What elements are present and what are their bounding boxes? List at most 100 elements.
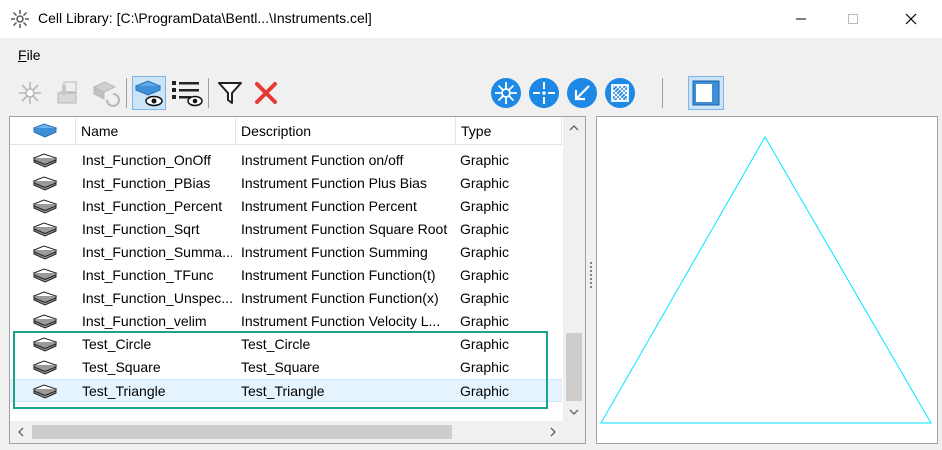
cell-type: Graphic — [460, 221, 510, 237]
cell-type: Graphic — [460, 383, 510, 399]
create-cell-icon — [19, 82, 41, 104]
scroll-left-arrow[interactable] — [12, 421, 30, 443]
table-row[interactable]: Inst_Function_Unspec... Instrument Funct… — [10, 287, 562, 310]
cell-description: Instrument Function Square Root — [241, 221, 448, 237]
pattern-mode-button[interactable] — [604, 76, 636, 110]
horizontal-scroll-thumb[interactable] — [32, 425, 452, 439]
import-cell-icon — [57, 81, 77, 104]
scroll-down-arrow[interactable] — [563, 403, 585, 421]
cell-type: Graphic — [460, 244, 510, 260]
toolbar — [0, 72, 942, 114]
horizontal-scrollbar[interactable] — [10, 421, 585, 443]
table-row[interactable]: Inst_Function_Summa... Instrument Functi… — [10, 241, 562, 264]
terminator-mode-icon — [567, 78, 597, 108]
table-row-selected[interactable]: Test_Triangle Test_Triangle Graphic — [10, 379, 562, 402]
preview-toggle-icon — [692, 80, 720, 106]
menu-bar: File — [0, 38, 942, 72]
maximize-button[interactable] — [830, 0, 876, 38]
table-row[interactable]: Inst_Function_Percent Instrument Functio… — [10, 195, 562, 218]
delete-button[interactable] — [250, 76, 282, 110]
table-row[interactable]: Inst_Function_TFunc Instrument Function … — [10, 264, 562, 287]
minimize-button[interactable] — [778, 0, 824, 38]
cell-icon — [32, 153, 58, 168]
point-mode-button[interactable] — [528, 76, 560, 110]
placement-mode-icon — [491, 78, 521, 108]
cell-name: Inst_Function_velim — [82, 313, 207, 329]
preview-toggle-button[interactable] — [688, 76, 724, 110]
point-mode-icon — [529, 78, 559, 108]
terminator-mode-button[interactable] — [566, 76, 598, 110]
cell-name: Test_Circle — [82, 336, 152, 352]
menu-file-label: ile — [26, 47, 41, 63]
cell-icon — [32, 291, 58, 306]
triangle-preview — [600, 135, 932, 424]
view-list-icon — [172, 81, 203, 107]
cell-description: Instrument Function Velocity L... — [241, 313, 441, 329]
column-header-type[interactable]: Type — [457, 117, 562, 145]
column-header-icon[interactable] — [10, 117, 76, 145]
cell-description: Instrument Function Function(x) — [241, 290, 439, 306]
table-row[interactable]: Test_Square Test_Square Graphic — [10, 356, 562, 379]
cell-name: Test_Triangle — [82, 383, 166, 399]
cell-name: Inst_Function_Unspec... — [82, 290, 232, 306]
cell-type: Graphic — [460, 336, 510, 352]
table-header: Name Description Type — [10, 117, 562, 145]
import-cell-button[interactable] — [52, 76, 84, 110]
cell-name: Inst_Function_Summa... — [82, 244, 232, 260]
cell-name: Inst_Function_Sqrt — [82, 221, 200, 237]
column-header-name[interactable]: Name — [77, 117, 236, 145]
refresh-cell-icon — [92, 81, 120, 107]
table-row[interactable]: Test_Circle Test_Circle Graphic — [10, 333, 562, 356]
cell-description: Instrument Function Summing — [241, 244, 428, 260]
column-header-description[interactable]: Description — [237, 117, 456, 145]
scroll-up-arrow[interactable] — [563, 119, 585, 137]
chevron-up-icon — [569, 125, 579, 131]
cell-preview-panel — [596, 116, 938, 444]
create-cell-button[interactable] — [14, 76, 46, 110]
toolbar-separator — [126, 78, 127, 108]
cell-library-icon — [11, 10, 29, 28]
menu-file-mnemonic: F — [18, 47, 27, 63]
chevron-right-icon — [550, 427, 556, 437]
cell-type: Graphic — [460, 290, 510, 306]
pattern-mode-icon — [605, 78, 635, 108]
splitter-grip — [590, 262, 592, 290]
view-details-button[interactable] — [132, 76, 166, 110]
chevron-left-icon — [18, 427, 24, 437]
vertical-scrollbar[interactable] — [563, 117, 585, 421]
table-row[interactable]: Inst_Function_PBias Instrument Function … — [10, 172, 562, 195]
cell-name: Inst_Function_OnOff — [82, 152, 211, 168]
filter-icon — [218, 82, 242, 104]
cell-name: Inst_Function_TFunc — [82, 267, 214, 283]
menu-file[interactable]: File — [18, 47, 41, 63]
table-row[interactable]: Inst_Function_velim Instrument Function … — [10, 310, 562, 333]
cell-description: Instrument Function Plus Bias — [241, 175, 427, 191]
panel-splitter[interactable] — [588, 116, 594, 444]
cell-description: Instrument Function Percent — [241, 198, 417, 214]
refresh-cell-button[interactable] — [90, 76, 122, 110]
cell-type: Graphic — [460, 359, 510, 375]
cell-type: Graphic — [460, 175, 510, 191]
cell-description: Instrument Function Function(t) — [241, 267, 436, 283]
cell-type: Graphic — [460, 313, 510, 329]
table-row[interactable]: Inst_Function_Sqrt Instrument Function S… — [10, 218, 562, 241]
preview-canvas — [600, 135, 932, 424]
filter-button[interactable] — [214, 76, 246, 110]
cell-icon — [32, 245, 58, 260]
placement-mode-button[interactable] — [490, 76, 522, 110]
cell-description: Test_Triangle — [241, 383, 325, 399]
cell-name: Test_Square — [82, 359, 161, 375]
close-icon — [905, 13, 917, 25]
maximize-icon — [848, 14, 858, 24]
vertical-scroll-thumb[interactable] — [566, 333, 582, 401]
view-list-button[interactable] — [170, 76, 204, 110]
cell-description: Instrument Function on/off — [241, 152, 404, 168]
close-button[interactable] — [888, 0, 934, 38]
scroll-right-arrow[interactable] — [544, 421, 562, 443]
cell-description: Test_Circle — [241, 336, 311, 352]
cell-list-panel: Name Description Type Inst_Function_OnOf… — [9, 116, 586, 444]
chevron-down-icon — [569, 409, 579, 415]
table-row[interactable]: Inst_Function_OnOff Instrument Function … — [10, 149, 562, 172]
cell-icon — [32, 176, 58, 191]
cell-type: Graphic — [460, 152, 510, 168]
